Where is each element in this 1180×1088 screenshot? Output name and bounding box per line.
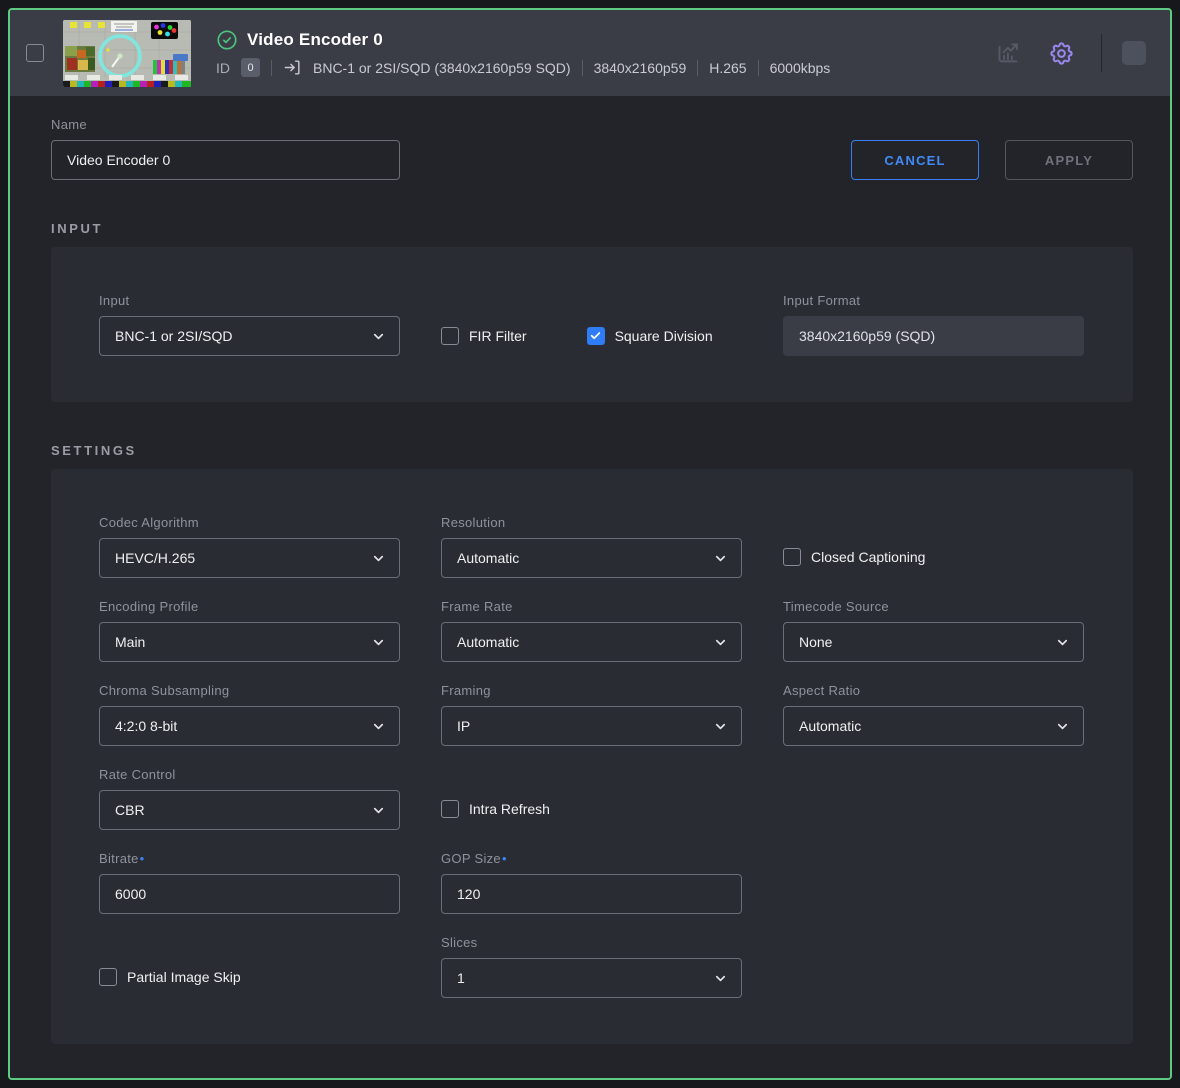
required-dot: • [140, 851, 145, 866]
chroma-subsampling-select[interactable]: 4:2:0 8-bit [99, 706, 400, 746]
chevron-down-icon [1055, 719, 1070, 734]
chevron-down-icon [371, 803, 386, 818]
codec-algorithm-label: Codec Algorithm [99, 515, 400, 530]
id-label: ID [216, 60, 230, 76]
intra-refresh-label[interactable]: Intra Refresh [469, 801, 550, 817]
slices-select[interactable]: 1 [441, 958, 742, 998]
divider [1101, 34, 1102, 72]
encoding-profile-select[interactable]: Main [99, 622, 400, 662]
encoder-form: Name CANCEL APPLY INPUT Input BNC-1 or 2… [10, 96, 1170, 1078]
aspect-ratio-label: Aspect Ratio [783, 683, 1084, 698]
input-summary: BNC-1 or 2SI/SQD (3840x2160p59 SQD) [313, 60, 571, 76]
cancel-button[interactable]: CANCEL [851, 140, 979, 180]
chroma-subsampling-label: Chroma Subsampling [99, 683, 400, 698]
partial-image-skip-checkbox[interactable] [99, 968, 117, 986]
slices-label: Slices [441, 935, 742, 950]
frame-rate-select[interactable]: Automatic [441, 622, 742, 662]
divider [697, 60, 698, 76]
video-preview-thumbnail [63, 20, 191, 87]
encoder-header: Video Encoder 0 ID 0 BNC-1 or 2SI/SQD (3… [10, 10, 1170, 96]
chevron-down-icon [371, 635, 386, 650]
bitrate-label: Bitrate [99, 851, 139, 866]
codec-algorithm-select[interactable]: HEVC/H.265 [99, 538, 400, 578]
intra-refresh-checkbox[interactable] [441, 800, 459, 818]
required-dot: • [502, 851, 507, 866]
encoder-meta: ID 0 BNC-1 or 2SI/SQD (3840x2160p59 SQD)… [216, 58, 830, 77]
square-division-checkbox[interactable] [587, 327, 605, 345]
bitrate-input[interactable] [99, 874, 400, 914]
divider [582, 60, 583, 76]
rate-control-label: Rate Control [99, 767, 400, 782]
input-format-label: Input Format [783, 293, 1084, 308]
chevron-down-icon [371, 719, 386, 734]
square-division-label[interactable]: Square Division [615, 328, 713, 344]
settings-button[interactable] [1044, 36, 1079, 71]
stats-button[interactable] [991, 36, 1026, 71]
fir-filter-checkbox[interactable] [441, 327, 459, 345]
encoding-profile-label: Encoding Profile [99, 599, 400, 614]
row-select-checkbox[interactable] [26, 44, 44, 62]
partial-image-skip-label[interactable]: Partial Image Skip [127, 969, 241, 985]
settings-panel: Codec Algorithm HEVC/H.265 Resolution Au… [51, 469, 1133, 1044]
chroma-subsampling-value: 4:2:0 8-bit [115, 718, 177, 734]
rate-control-value: CBR [115, 802, 145, 818]
codec-algorithm-value: HEVC/H.265 [115, 550, 195, 566]
test-pattern-image [63, 20, 191, 87]
apply-button[interactable]: APPLY [1005, 140, 1133, 180]
gear-icon [1048, 40, 1075, 67]
resolution-select[interactable]: Automatic [441, 538, 742, 578]
input-select-value: BNC-1 or 2SI/SQD [115, 328, 232, 344]
timecode-source-label: Timecode Source [783, 599, 1084, 614]
divider [271, 60, 272, 76]
timecode-source-select[interactable]: None [783, 622, 1084, 662]
chevron-down-icon [713, 635, 728, 650]
framing-value: IP [457, 718, 470, 734]
input-format-value: 3840x2160p59 (SQD) [783, 316, 1084, 356]
gop-size-input[interactable] [441, 874, 742, 914]
status-ok-icon [216, 29, 238, 51]
settings-section-title: SETTINGS [51, 443, 1133, 458]
chevron-down-icon [1055, 635, 1070, 650]
square-toggle-button[interactable] [1122, 41, 1146, 65]
resolution-label: Resolution [441, 515, 742, 530]
chart-trend-icon [995, 40, 1022, 67]
divider [758, 60, 759, 76]
encoder-info: Video Encoder 0 ID 0 BNC-1 or 2SI/SQD (3… [216, 29, 830, 77]
fir-filter-label[interactable]: FIR Filter [469, 328, 527, 344]
framing-label: Framing [441, 683, 742, 698]
bitrate-text: 6000kbps [770, 60, 831, 76]
chevron-down-icon [371, 329, 386, 344]
chevron-down-icon [713, 719, 728, 734]
codec-text: H.265 [709, 60, 746, 76]
input-label: Input [99, 293, 400, 308]
input-section-title: INPUT [51, 221, 1133, 236]
input-select[interactable]: BNC-1 or 2SI/SQD [99, 316, 400, 356]
framing-select[interactable]: IP [441, 706, 742, 746]
rate-control-select[interactable]: CBR [99, 790, 400, 830]
chevron-down-icon [371, 551, 386, 566]
encoder-title: Video Encoder 0 [247, 30, 383, 50]
input-source-icon [283, 58, 302, 77]
gop-size-label: GOP Size [441, 851, 501, 866]
encoder-card: Video Encoder 0 ID 0 BNC-1 or 2SI/SQD (3… [8, 8, 1172, 1080]
frame-rate-label: Frame Rate [441, 599, 742, 614]
id-badge: 0 [241, 58, 260, 77]
format-text: 3840x2160p59 [594, 60, 687, 76]
name-input[interactable] [51, 140, 400, 180]
input-panel: Input BNC-1 or 2SI/SQD FIR Filter [51, 247, 1133, 402]
chevron-down-icon [713, 551, 728, 566]
chevron-down-icon [713, 971, 728, 986]
closed-captioning-checkbox[interactable] [783, 548, 801, 566]
frame-rate-value: Automatic [457, 634, 519, 650]
resolution-value: Automatic [457, 550, 519, 566]
timecode-source-value: None [799, 634, 832, 650]
encoding-profile-value: Main [115, 634, 145, 650]
slices-value: 1 [457, 970, 465, 986]
name-label: Name [51, 117, 400, 132]
aspect-ratio-select[interactable]: Automatic [783, 706, 1084, 746]
aspect-ratio-value: Automatic [799, 718, 861, 734]
closed-captioning-label[interactable]: Closed Captioning [811, 549, 925, 565]
